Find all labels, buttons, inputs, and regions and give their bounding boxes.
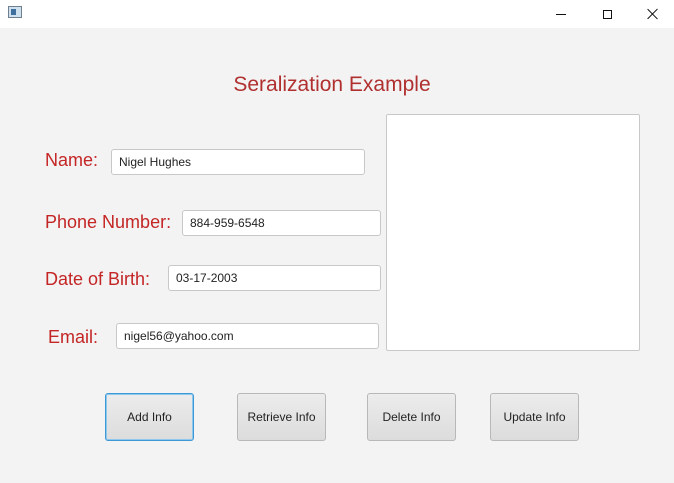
- retrieve-info-button[interactable]: Retrieve Info: [237, 393, 326, 441]
- page-title: Seralization Example: [233, 73, 431, 96]
- name-label: Name:: [45, 150, 99, 170]
- minimize-button[interactable]: [538, 0, 584, 28]
- dob-label: Date of Birth:: [45, 269, 151, 289]
- close-icon: [647, 8, 659, 20]
- name-field[interactable]: [111, 149, 365, 175]
- email-label: Email:: [48, 327, 99, 347]
- email-field[interactable]: [116, 323, 379, 349]
- phone-field[interactable]: [182, 210, 381, 236]
- dob-field[interactable]: [168, 265, 381, 291]
- minimize-icon: [556, 13, 566, 15]
- update-info-button[interactable]: Update Info: [490, 393, 579, 441]
- add-info-button[interactable]: Add Info: [105, 393, 194, 441]
- title-bar: [0, 0, 674, 28]
- maximize-icon: [602, 9, 612, 19]
- output-text-area[interactable]: [386, 114, 640, 351]
- close-button[interactable]: [630, 0, 674, 28]
- phone-label: Phone Number:: [45, 212, 172, 232]
- delete-info-button[interactable]: Delete Info: [367, 393, 456, 441]
- java-app-icon: [8, 6, 22, 18]
- maximize-button[interactable]: [584, 0, 630, 28]
